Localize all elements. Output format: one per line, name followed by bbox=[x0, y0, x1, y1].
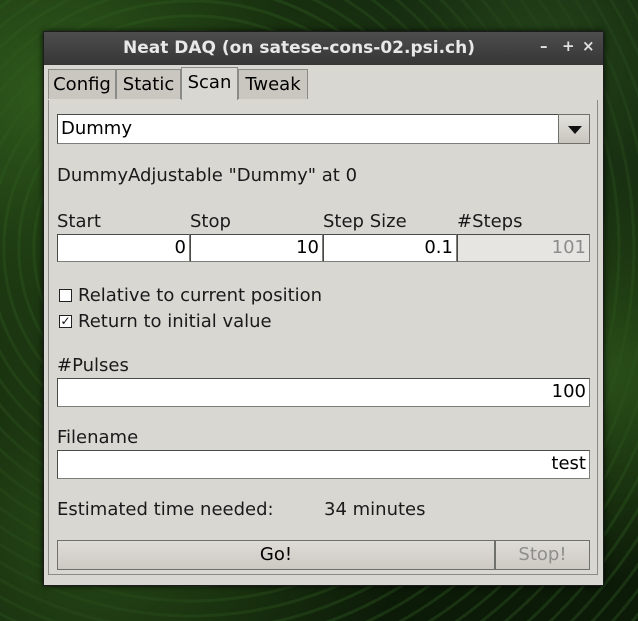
stop-label: Stop bbox=[190, 211, 231, 232]
start-input[interactable]: 0 bbox=[57, 234, 190, 262]
filename-input[interactable]: test bbox=[57, 450, 590, 479]
stop-button[interactable]: Stop! bbox=[495, 540, 590, 570]
tab-config[interactable]: Config bbox=[48, 69, 116, 99]
window-title: Neat DAQ (on satese-cons-02.psi.ch) bbox=[122, 38, 475, 58]
step-size-input[interactable]: 0.1 bbox=[323, 234, 457, 262]
close-icon[interactable]: × bbox=[582, 37, 595, 55]
step-size-label: Step Size bbox=[323, 211, 407, 232]
return-initial-label[interactable]: Return to initial value bbox=[78, 311, 272, 332]
return-initial-checkbox[interactable]: ✓ bbox=[59, 315, 72, 328]
estimate-label: Estimated time needed: bbox=[57, 499, 274, 520]
start-label: Start bbox=[57, 211, 101, 232]
combo-dropdown-button[interactable] bbox=[558, 114, 590, 144]
title-bar[interactable]: Neat DAQ (on satese-cons-02.psi.ch) – + … bbox=[44, 32, 603, 65]
adjustable-combo[interactable]: Dummy bbox=[57, 114, 559, 144]
go-button[interactable]: Go! bbox=[57, 540, 495, 570]
relative-label[interactable]: Relative to current position bbox=[78, 285, 322, 306]
adjustable-description: DummyAdjustable "Dummy" at 0 bbox=[57, 165, 358, 186]
estimate-value: 34 minutes bbox=[324, 499, 426, 520]
chevron-down-icon bbox=[568, 126, 582, 134]
pulses-input[interactable]: 100 bbox=[57, 378, 590, 407]
stop-input[interactable]: 10 bbox=[190, 234, 323, 262]
tab-scan[interactable]: Scan bbox=[181, 67, 238, 101]
minimize-icon[interactable]: – bbox=[540, 37, 548, 55]
filename-label: Filename bbox=[57, 427, 139, 448]
tab-static[interactable]: Static bbox=[116, 69, 181, 99]
main-window: Neat DAQ (on satese-cons-02.psi.ch) – + … bbox=[43, 31, 604, 586]
steps-label: #Steps bbox=[457, 211, 523, 232]
tab-tweak[interactable]: Tweak bbox=[238, 69, 308, 99]
steps-input: 101 bbox=[457, 234, 590, 262]
maximize-icon[interactable]: + bbox=[562, 37, 575, 55]
relative-checkbox[interactable] bbox=[59, 289, 72, 302]
pulses-label: #Pulses bbox=[57, 355, 129, 376]
